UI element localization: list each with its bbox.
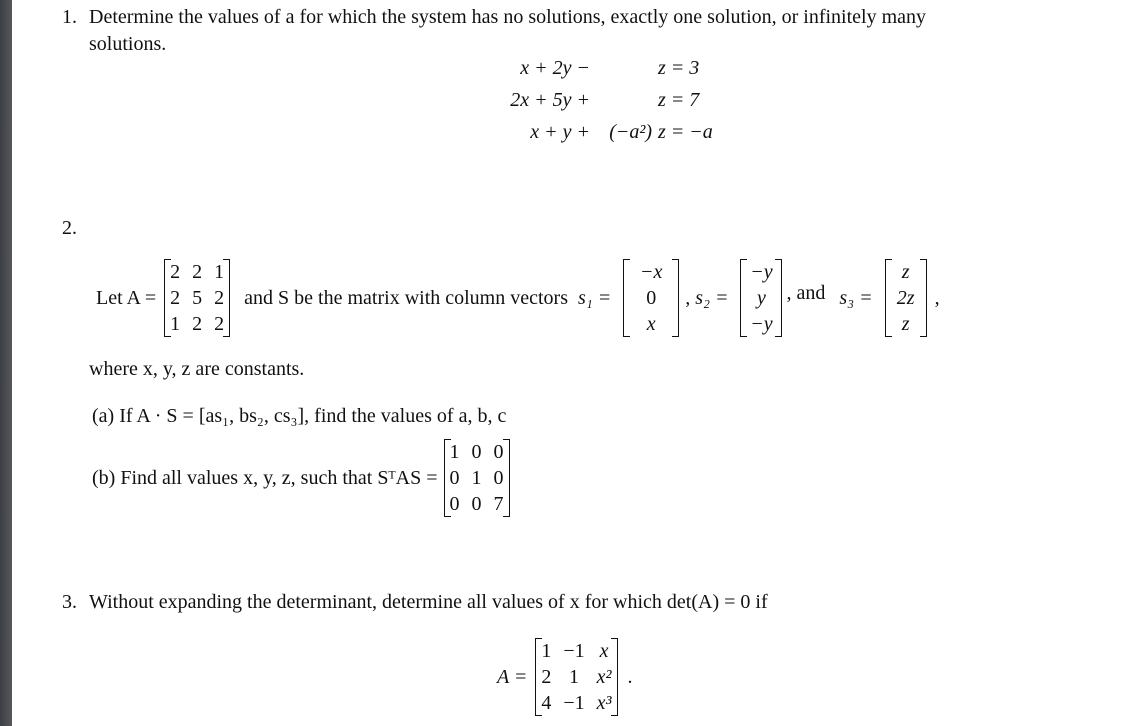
- problem-1-text-line2: solutions.: [89, 33, 167, 55]
- vector-cell: z: [901, 261, 910, 283]
- equation-row: 2x + 5y + z = 7: [470, 84, 713, 116]
- matrix-a-det: 1 −1 x 2 1 x² 4 −1 x³: [535, 638, 618, 716]
- let-a-label: Let A =: [96, 286, 157, 309]
- problem-1-text-line1: Determine the values of a for which the …: [89, 6, 927, 28]
- matrix-cell: x³: [596, 692, 612, 714]
- matrix-cell: 0: [493, 441, 504, 463]
- matrix-cell: 1: [214, 261, 225, 283]
- matrix-a: 221 252 122: [164, 259, 231, 337]
- viewer-left-border: [0, 0, 12, 726]
- and-text: , and: [786, 281, 826, 304]
- matrix-cell: 1: [449, 441, 460, 463]
- column-vectors-text: and S be the matrix with column vectors: [244, 286, 568, 309]
- matrix-cell: x: [599, 640, 609, 662]
- equation-lhs: x + 2y −: [520, 56, 590, 79]
- matrix-cell: 2: [170, 261, 181, 283]
- trailing-period: .: [627, 665, 633, 688]
- matrix-cell: 1: [471, 467, 482, 489]
- part-a-text: (a) If A · S = [as₁, bs₂, cs₃], find the…: [92, 405, 507, 427]
- matrix-identity-like: 100 010 007: [443, 439, 510, 517]
- s2-label: , s₂ =: [685, 286, 729, 309]
- matrix-cell: 0: [471, 493, 482, 515]
- equation-system: x + 2y − z = 3 2x + 5y + z = 7 x + y + (…: [470, 52, 713, 148]
- matrix-cell: 1: [541, 640, 552, 662]
- matrix-cell: 2: [192, 313, 203, 335]
- vector-s3: z 2z z: [884, 259, 927, 337]
- matrix-cell: 0: [449, 493, 460, 515]
- equation-row: x + y + (−a²) z = −a: [470, 116, 713, 148]
- problem-3-number: 3.: [62, 591, 77, 613]
- s3-label: s₃ =: [839, 286, 873, 309]
- matrix-cell: x²: [596, 666, 612, 688]
- matrix-cell: 2: [170, 287, 181, 309]
- matrix-cell: −1: [563, 692, 585, 714]
- problem-3-text: Without expanding the determinant, deter…: [89, 591, 768, 613]
- matrix-cell: 4: [541, 692, 552, 714]
- matrix-cell: 2: [192, 261, 203, 283]
- part-b: (b) Find all values x, y, z, such that S…: [92, 438, 510, 518]
- matrix-cell: −1: [563, 640, 585, 662]
- part-b-text: (b) Find all values x, y, z, such that S…: [92, 466, 438, 489]
- matrix-cell: 2: [214, 313, 225, 335]
- trailing-comma: ,: [934, 286, 940, 309]
- problem-3-matrix-block: A = 1 −1 x 2 1 x² 4 −1 x³ .: [497, 636, 633, 718]
- equation-lhs: x + y +: [530, 120, 590, 143]
- equation-coef: [590, 84, 652, 116]
- equation-row: x + 2y − z = 3: [470, 52, 713, 84]
- vector-cell: 0: [646, 287, 657, 309]
- matrix-cell: 2: [541, 666, 552, 688]
- matrix-cell: 0: [493, 467, 504, 489]
- s1-label: s₁ =: [578, 286, 612, 309]
- equation-coef: (−a²): [609, 120, 652, 143]
- vector-cell: −y: [750, 261, 773, 283]
- matrix-cell: 7: [493, 493, 504, 515]
- matrix-cell: 2: [214, 287, 225, 309]
- vector-cell: z: [901, 313, 910, 335]
- equation-rhs: z = −a: [658, 120, 713, 143]
- equation-lhs: 2x + 5y +: [510, 88, 590, 111]
- matrix-cell: 0: [449, 467, 460, 489]
- vector-cell: x: [646, 313, 656, 335]
- matrix-cell: 5: [192, 287, 203, 309]
- vector-s1: −x 0 x: [623, 259, 680, 337]
- vector-cell: 2z: [896, 287, 915, 309]
- matrix-cell: 0: [471, 441, 482, 463]
- a-label: A =: [497, 665, 528, 688]
- problem-1-number: 1.: [62, 6, 77, 28]
- vector-cell: −x: [640, 261, 663, 283]
- equation-rhs: z = 3: [658, 56, 700, 79]
- equation-coef: [590, 52, 652, 84]
- vector-cell: −y: [750, 313, 773, 335]
- matrix-cell: 1: [170, 313, 181, 335]
- equation-rhs: z = 7: [658, 88, 700, 111]
- vector-cell: y: [757, 287, 766, 309]
- problem-2-number: 2.: [62, 217, 77, 239]
- matrix-cell: 1: [569, 666, 579, 688]
- vector-s2: −y y −y: [740, 259, 783, 337]
- where-text: where x, y, z are constants.: [89, 358, 305, 380]
- problem-2-definition: Let A = 221 252 122 and S be the matrix …: [96, 257, 940, 339]
